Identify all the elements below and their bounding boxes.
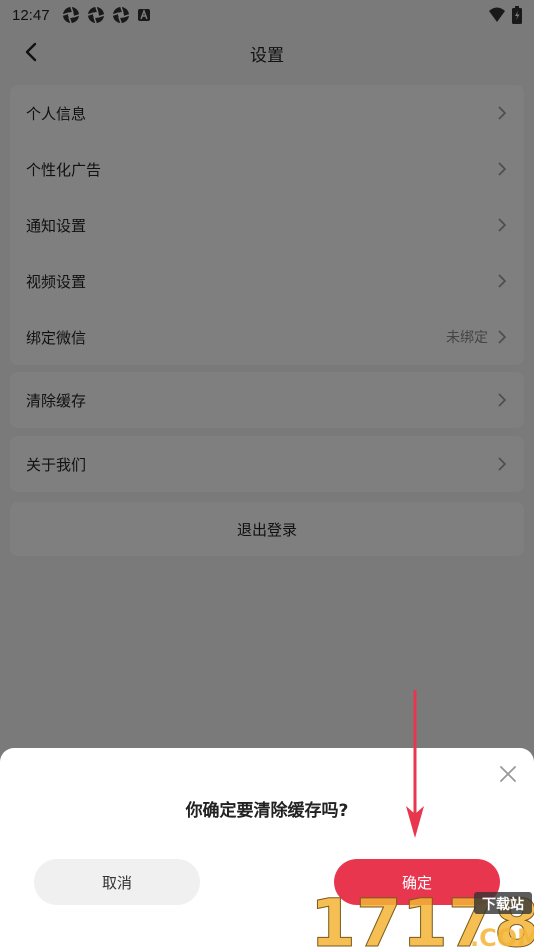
- close-icon[interactable]: [498, 764, 518, 784]
- svg-text:.COM: .COM: [470, 924, 534, 950]
- watermark-logo: 17178 下载站 .COM: [310, 886, 534, 950]
- dialog-title: 你确定要清除缓存吗?: [185, 801, 349, 821]
- cancel-button[interactable]: 取消: [34, 859, 200, 905]
- red-arrow-annotation: [406, 690, 424, 838]
- svg-text:下载站: 下载站: [482, 896, 524, 913]
